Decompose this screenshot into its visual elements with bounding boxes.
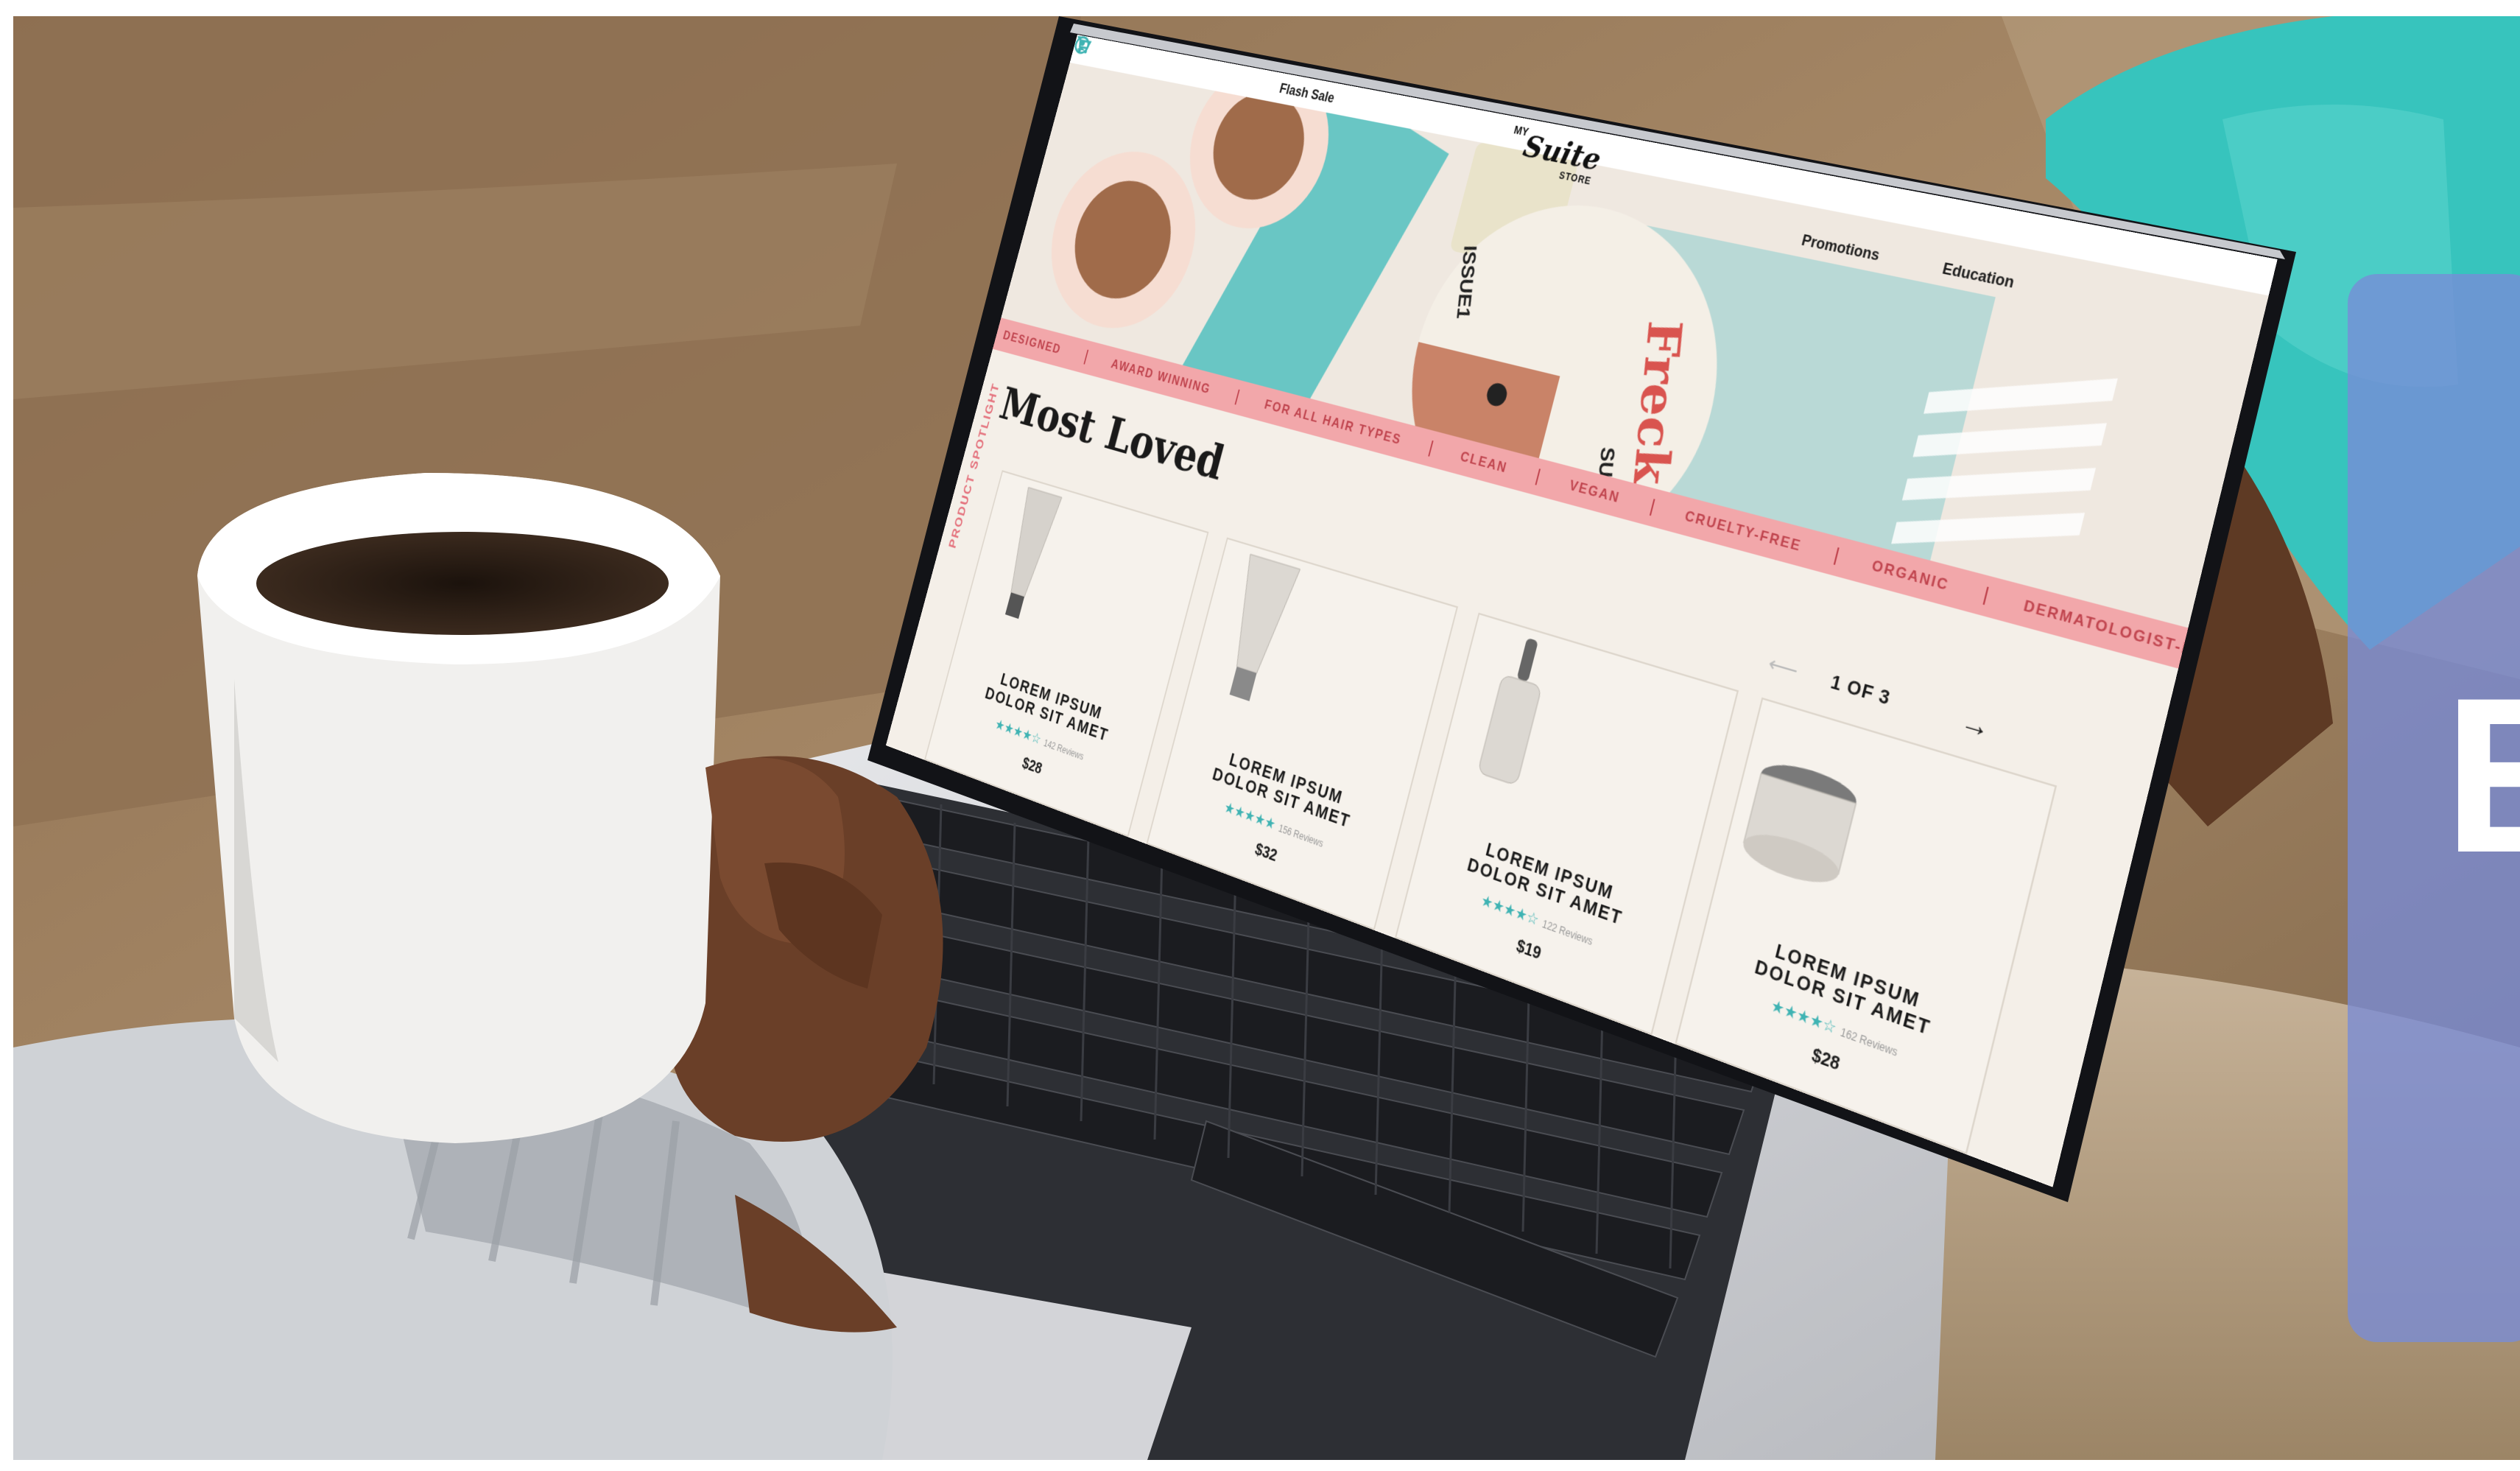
tube-product-icon bbox=[964, 472, 1092, 619]
overlay-letter: E bbox=[2443, 651, 2520, 899]
prev-arrow-icon[interactable]: ⟵ bbox=[1765, 650, 1801, 685]
next-arrow-icon[interactable]: → bbox=[1957, 703, 1994, 747]
dropper-bottle-icon bbox=[1437, 637, 1591, 814]
cream-jar-icon bbox=[1739, 756, 1861, 892]
tube-product-icon bbox=[1188, 539, 1328, 701]
pager-text: 1 OF 3 bbox=[1829, 670, 1893, 709]
background-photo: Flash Sale Freck ISSUE1 SUMMER19 bbox=[13, 16, 2520, 1460]
flash-sale-link[interactable]: Flash Sale bbox=[1278, 80, 1336, 106]
overlay-card: E bbox=[2348, 274, 2520, 1342]
